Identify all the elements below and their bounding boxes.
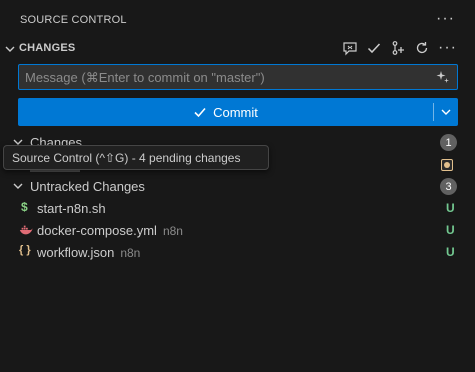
json-icon: { } <box>19 244 31 256</box>
file-row[interactable]: docker-compose.yml n8n U <box>0 219 475 241</box>
refresh-icon[interactable] <box>414 40 430 56</box>
view-header: SOURCE CONTROL <box>0 0 475 40</box>
untracked-group-row[interactable]: Untracked Changes 3 <box>0 175 475 197</box>
section-actions: ··· <box>342 40 457 56</box>
group-label: Untracked Changes <box>30 179 145 194</box>
sparkle-icon[interactable] <box>436 70 450 84</box>
view-more-icon[interactable]: ··· <box>436 10 455 28</box>
modified-status-icon <box>441 159 453 171</box>
generate-commit-message-icon[interactable] <box>342 40 358 56</box>
check-icon <box>194 107 206 118</box>
section-title: CHANGES <box>19 42 76 54</box>
source-control-tooltip: Source Control (^⇧G) - 4 pending changes <box>3 145 269 170</box>
commit-message-box <box>18 64 458 90</box>
commit-button-group: Commit <box>18 98 458 126</box>
file-row[interactable]: { } workflow.json n8n U <box>0 241 475 263</box>
commit-dropdown-button[interactable] <box>434 98 458 126</box>
file-name: workflow.json n8n <box>37 245 141 260</box>
chevron-down-icon[interactable] <box>3 42 17 56</box>
chevron-down-icon[interactable] <box>11 179 25 193</box>
commit-button-label: Commit <box>213 104 258 120</box>
changes-section-header[interactable]: CHANGES ··· <box>0 38 475 60</box>
commit-check-icon[interactable] <box>366 40 382 56</box>
file-row[interactable]: $ start-n8n.sh U <box>0 197 475 219</box>
count-badge: 3 <box>440 178 457 195</box>
file-name: docker-compose.yml n8n <box>37 223 183 238</box>
untracked-status: U <box>446 245 455 259</box>
tooltip-text: Source Control (^⇧G) - 4 pending changes <box>12 150 241 165</box>
count-badge: 1 <box>440 134 457 151</box>
untracked-status: U <box>446 201 455 215</box>
commit-button[interactable]: Commit <box>18 98 433 126</box>
view-title: SOURCE CONTROL <box>20 14 127 26</box>
more-icon[interactable]: ··· <box>438 40 457 56</box>
shell-script-icon: $ <box>21 200 28 214</box>
commit-message-input[interactable] <box>19 65 457 89</box>
branch-commit-icon[interactable] <box>390 40 406 56</box>
chevron-down-icon <box>441 109 451 115</box>
untracked-status: U <box>446 223 455 237</box>
file-name: start-n8n.sh <box>37 201 106 216</box>
docker-icon <box>19 225 33 235</box>
